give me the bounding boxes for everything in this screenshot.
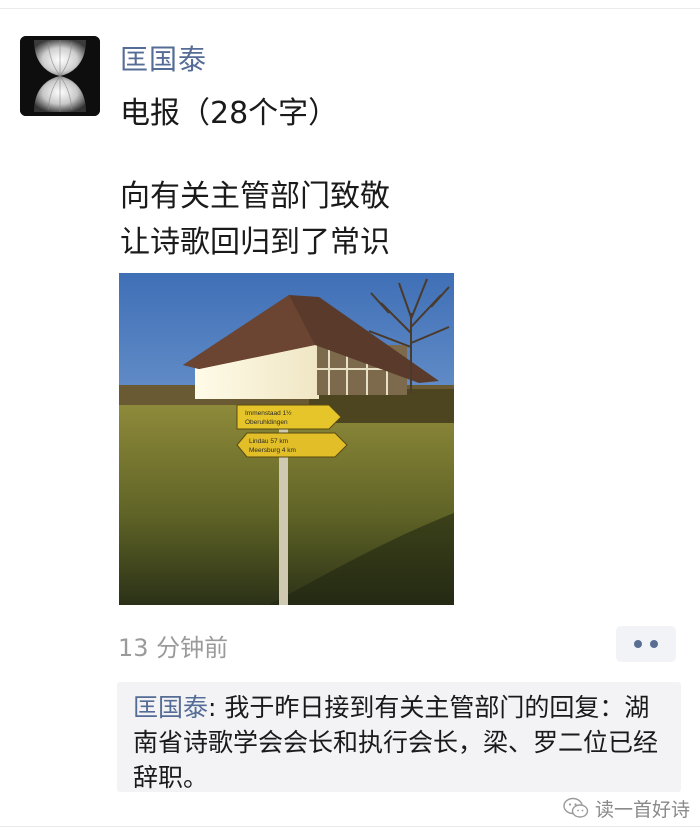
wechat-icon [563,797,589,818]
bottom-divider [0,826,700,827]
watermark-text: 读一首好诗 [595,798,691,821]
svg-text:Oberuhldingen: Oberuhldingen [245,419,288,426]
svg-text:Immenstaad 1½: Immenstaad 1½ [245,409,292,417]
photo-image: Immenstaad 1½ Oberuhldingen Lindau 57 km… [119,273,454,605]
comment-separator: : [208,693,225,722]
ellipsis-icon [634,640,642,648]
post-title-line: 电报（28个字） [120,96,339,131]
svg-text:Meersburg 4 km: Meersburg 4 km [249,447,296,454]
source-watermark: 读一首好诗 [563,792,690,824]
comment-section: 匡国泰: 我于昨日接到有关主管部门的回复：湖南省诗歌学会会长和执行会长，梁、罗二… [117,682,681,792]
more-actions-button[interactable] [616,626,676,662]
post-timestamp: 13 分钟前 [118,634,229,662]
avatar-image [20,36,100,116]
ellipsis-icon [650,640,658,648]
top-divider [0,8,700,9]
post-body-line: 向有关主管部门致敬 [120,179,390,214]
post-photo[interactable]: Immenstaad 1½ Oberuhldingen Lindau 57 km… [119,273,454,605]
comment-item[interactable]: 匡国泰: 我于昨日接到有关主管部门的回复：湖南省诗歌学会会长和执行会长，梁、罗二… [133,690,673,795]
post-author-name[interactable]: 匡国泰 [120,38,207,78]
post-body-line: 让诗歌回归到了常识 [120,225,390,260]
svg-text:Lindau 57 km: Lindau 57 km [249,438,288,445]
post-body: 向有关主管部门致敬 让诗歌回归到了常识 [120,174,390,266]
author-avatar[interactable] [20,36,100,116]
comment-author-name[interactable]: 匡国泰 [133,693,208,722]
